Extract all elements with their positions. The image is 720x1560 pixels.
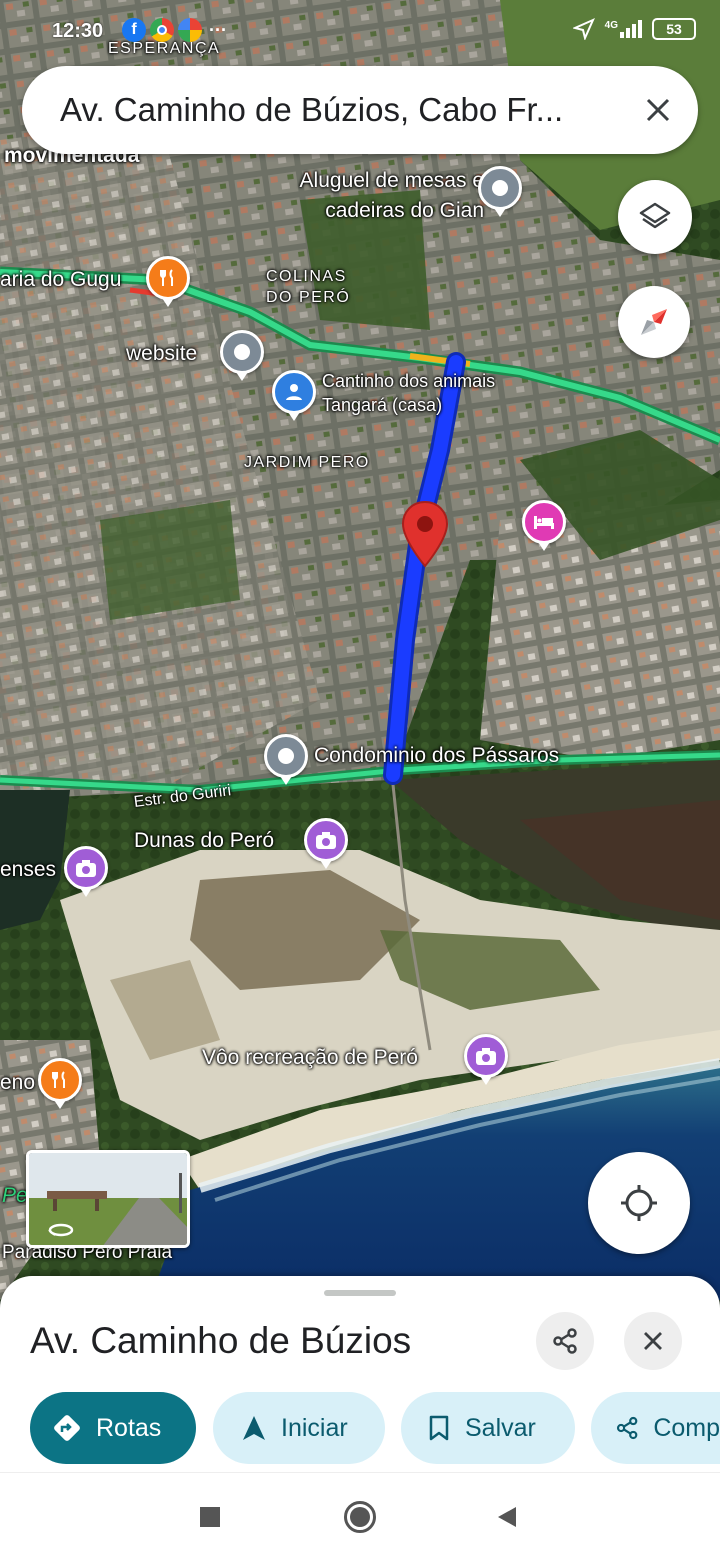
status-time: 12:30	[52, 20, 104, 42]
360-rotate-icon	[48, 1223, 74, 1237]
person-icon	[286, 384, 302, 400]
label-colinas: COLINAS DO PERÓ	[266, 268, 351, 306]
label-enses[interactable]: enses	[0, 858, 56, 882]
place-pin-cantinho[interactable]	[272, 370, 316, 421]
place-title: Av. Caminho de Búzios	[30, 1320, 412, 1361]
attraction-pin-enses[interactable]	[64, 846, 108, 897]
battery-icon: 53	[652, 18, 696, 40]
restaurant-pin-gugu[interactable]	[146, 256, 190, 307]
my-location-button[interactable]	[588, 1152, 690, 1254]
chrome-icon	[150, 18, 174, 42]
navigation-arrow-icon	[243, 1416, 265, 1440]
hotel-pin[interactable]	[522, 500, 566, 551]
home-icon	[350, 1507, 370, 1527]
network-type: 4G	[604, 20, 618, 31]
directions-button[interactable]: Rotas	[30, 1392, 196, 1464]
street-view-thumbnail[interactable]	[26, 1150, 190, 1248]
start-navigation-button[interactable]: Iniciar	[213, 1392, 385, 1464]
search-query[interactable]: Av. Caminho de Búzios, Cabo Fr...	[22, 91, 618, 129]
restaurant-pin-eno[interactable]	[38, 1058, 82, 1109]
close-sheet-button[interactable]	[624, 1312, 682, 1370]
compass-icon	[641, 309, 667, 335]
directions-icon	[54, 1415, 80, 1441]
share-icon	[616, 1416, 638, 1440]
location-arrow-icon	[572, 18, 595, 40]
back-button[interactable]	[496, 1505, 518, 1529]
sheet-drag-handle[interactable]	[324, 1290, 396, 1296]
close-icon	[644, 1332, 662, 1350]
signal-icon: 4G	[605, 20, 642, 38]
fork-knife-icon	[160, 269, 173, 286]
selected-location-marker[interactable]	[401, 500, 449, 568]
share-icon	[553, 1328, 577, 1354]
layers-icon	[639, 202, 671, 229]
save-label: Salvar	[465, 1413, 536, 1442]
label-dunas[interactable]: Dunas do Peró	[134, 829, 274, 853]
notification-icons: f ···	[122, 18, 230, 42]
attraction-pin-voo[interactable]	[464, 1034, 508, 1085]
satellite-map[interactable]: ESPERANÇA movimentada Aluguel de mesas e…	[0, 0, 720, 1300]
clear-search-button[interactable]	[618, 70, 698, 150]
place-pin-website[interactable]	[220, 330, 264, 381]
share-label: Comp	[653, 1413, 720, 1442]
system-navigation-bar	[0, 1472, 720, 1560]
label-condominio[interactable]: Condominio dos Pássaros	[314, 744, 559, 768]
fork-knife-icon	[52, 1071, 65, 1088]
camera-icon	[476, 1048, 496, 1065]
bookmark-icon	[429, 1415, 449, 1441]
layers-button[interactable]	[618, 180, 692, 254]
search-bar[interactable]: Av. Caminho de Búzios, Cabo Fr...	[22, 66, 698, 154]
facebook-icon: f	[122, 18, 146, 42]
place-bottom-sheet[interactable]: Av. Caminho de Búzios Rotas Iniciar Salv…	[0, 1276, 720, 1472]
place-pin-condominio[interactable]	[264, 734, 308, 785]
battery-level: 53	[666, 21, 682, 37]
place-pin-aluguel[interactable]	[478, 166, 522, 217]
compass-button[interactable]	[618, 286, 690, 358]
label-website[interactable]: website	[126, 342, 197, 366]
camera-icon	[316, 832, 336, 849]
directions-label: Rotas	[96, 1413, 162, 1442]
more-notifications-icon: ···	[209, 19, 227, 40]
bed-icon	[534, 516, 554, 529]
close-icon	[646, 98, 670, 122]
status-right: 4G 53	[572, 18, 696, 40]
camera-icon	[76, 860, 96, 877]
status-bar: 12:30 f ··· 4G 53	[0, 0, 720, 62]
share-chip-button[interactable]: Comp	[591, 1392, 720, 1464]
label-voo[interactable]: Vôo recreação de Peró	[202, 1046, 418, 1070]
home-button[interactable]	[344, 1501, 376, 1533]
label-aluguel[interactable]: Aluguel de mesas e cadeiras do Gian	[262, 166, 484, 226]
save-button[interactable]: Salvar	[401, 1392, 575, 1464]
photos-icon	[178, 18, 202, 42]
label-pizzaria[interactable]: aria do Gugu	[0, 268, 121, 292]
label-jardim: JARDIM PERO	[244, 454, 370, 471]
start-label: Iniciar	[281, 1413, 348, 1442]
label-eno[interactable]: eno	[0, 1071, 35, 1095]
label-cantinho[interactable]: Cantinho dos animais Tangará (casa)	[322, 369, 532, 417]
attraction-pin-dunas[interactable]	[304, 818, 348, 869]
recents-button[interactable]	[200, 1507, 220, 1527]
share-button[interactable]	[536, 1312, 594, 1370]
my-location-icon	[621, 1185, 657, 1221]
label-pe: Pe	[2, 1184, 28, 1207]
